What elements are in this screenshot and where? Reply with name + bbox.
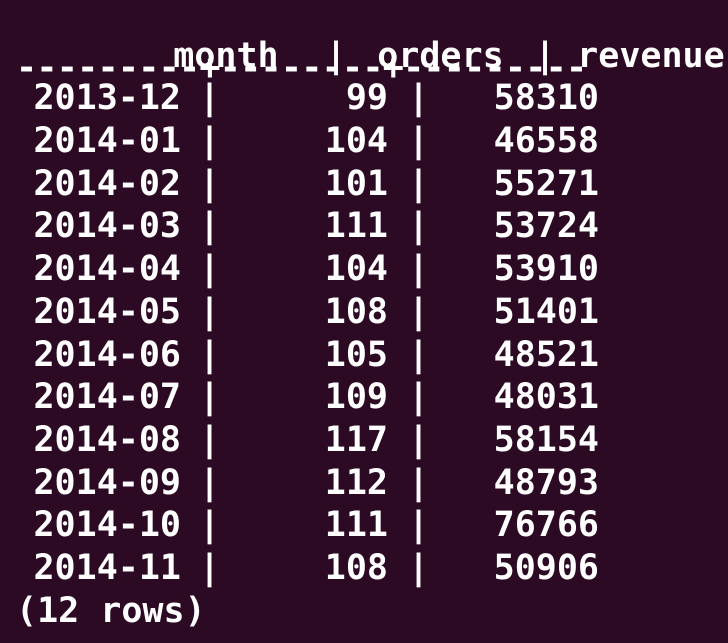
column-separator: | <box>408 419 430 460</box>
column-separator: | <box>199 206 221 247</box>
column-separator: | <box>408 291 430 332</box>
terminal-window[interactable]: month | orders | revenue ---------+--------+… <box>0 0 728 643</box>
table-row: 2014-02 | 101 | 55271 <box>0 163 728 206</box>
cell-orders: 117 <box>324 419 388 460</box>
cell-revenue: 76766 <box>493 505 599 546</box>
cell-month: 2014-08 <box>33 419 181 460</box>
column-separator: | <box>199 419 221 460</box>
column-separator: | <box>408 505 430 546</box>
cell-month: 2014-06 <box>33 334 181 375</box>
table-body: 2013-12 | 99 | 58310 2014-01 | 104 | 46558 2014-02… <box>0 77 728 589</box>
column-separator: | <box>199 249 221 290</box>
cell-orders: 109 <box>324 377 388 418</box>
cell-month: 2014-11 <box>33 547 181 588</box>
column-separator: | <box>408 121 430 162</box>
column-separator: | <box>408 334 430 375</box>
column-separator: | <box>199 334 221 375</box>
cell-month: 2014-10 <box>33 505 181 546</box>
cell-revenue: 50906 <box>493 547 599 588</box>
table-row: 2014-11 | 108 | 50906 <box>0 547 728 590</box>
cell-month: 2014-03 <box>33 206 181 247</box>
cell-revenue: 48793 <box>493 462 599 503</box>
column-separator: | <box>199 462 221 503</box>
table-row: 2014-10 | 111 | 76766 <box>0 504 728 547</box>
row-count: (12 rows) <box>16 590 206 631</box>
cell-orders: 108 <box>324 547 388 588</box>
cell-revenue: 53724 <box>493 206 599 247</box>
cell-orders: 108 <box>324 291 388 332</box>
cell-revenue: 55271 <box>493 163 599 204</box>
table-row: 2014-07 | 109 | 48031 <box>0 376 728 419</box>
cell-revenue: 48031 <box>493 377 599 418</box>
cell-month: 2014-09 <box>33 462 181 503</box>
column-separator: | <box>408 163 430 204</box>
cell-orders: 105 <box>324 334 388 375</box>
table-row: 2014-04 | 104 | 53910 <box>0 248 728 291</box>
cell-revenue: 48521 <box>493 334 599 375</box>
table-row: 2014-08 | 117 | 58154 <box>0 419 728 462</box>
cell-orders: 104 <box>324 249 388 290</box>
header-divider: ---------+--------+--------- <box>16 47 587 88</box>
cell-revenue: 53910 <box>493 249 599 290</box>
cell-orders: 111 <box>324 206 388 247</box>
cell-month: 2014-02 <box>33 163 181 204</box>
cell-month: 2014-01 <box>33 121 181 162</box>
query-output: month | orders | revenue ---------+--------+… <box>0 0 728 632</box>
column-separator: | <box>199 121 221 162</box>
cell-orders: 111 <box>324 505 388 546</box>
cell-orders: 101 <box>324 163 388 204</box>
column-separator: | <box>199 547 221 588</box>
column-separator: | <box>408 249 430 290</box>
cell-month: 2014-05 <box>33 291 181 332</box>
cell-month: 2014-07 <box>33 377 181 418</box>
cell-orders: 112 <box>324 462 388 503</box>
column-separator: | <box>408 377 430 418</box>
table-row: 2014-03 | 111 | 53724 <box>0 205 728 248</box>
column-separator: | <box>199 377 221 418</box>
header-divider-row: ---------+--------+--------- <box>0 35 728 88</box>
cell-revenue: 46558 <box>493 121 599 162</box>
cell-revenue: 58154 <box>493 419 599 460</box>
cell-revenue: 51401 <box>493 291 599 332</box>
column-separator: | <box>408 547 430 588</box>
column-separator: | <box>199 505 221 546</box>
column-separator: | <box>199 163 221 204</box>
table-row: 2014-06 | 105 | 48521 <box>0 334 728 377</box>
table-row: 2014-09 | 112 | 48793 <box>0 462 728 505</box>
cell-month: 2014-04 <box>33 249 181 290</box>
table-header-row: month | orders | revenue <box>0 0 728 76</box>
table-row: 2014-05 | 108 | 51401 <box>0 291 728 334</box>
column-separator: | <box>408 462 430 503</box>
cell-orders: 104 <box>324 121 388 162</box>
column-separator: | <box>408 206 430 247</box>
table-row: 2014-01 | 104 | 46558 <box>0 120 728 163</box>
column-separator: | <box>199 291 221 332</box>
